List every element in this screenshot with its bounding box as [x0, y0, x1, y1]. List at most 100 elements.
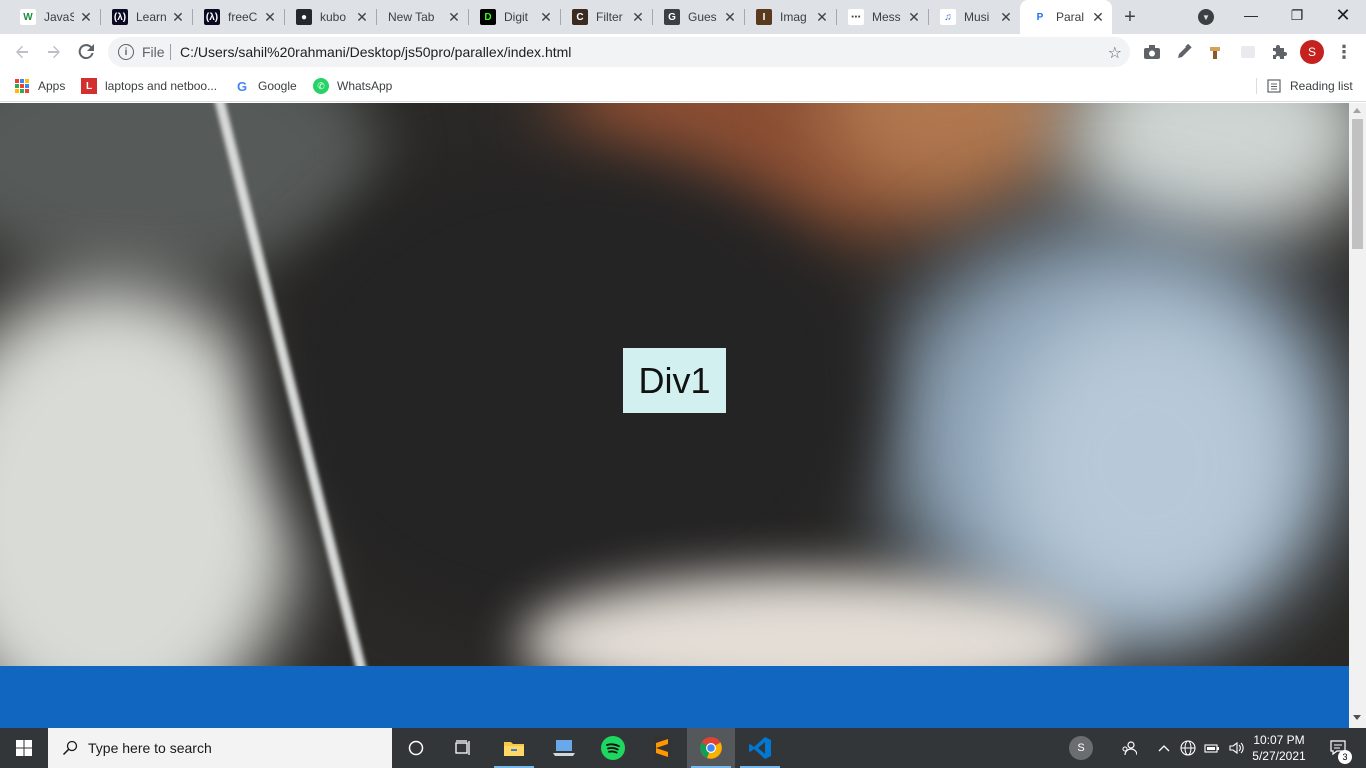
cortana-button[interactable] [392, 728, 440, 768]
restore-button[interactable]: ❐ [1274, 0, 1320, 30]
address-bar[interactable]: i File C:/Users/sahil%20rahmani/Desktop/… [108, 37, 1130, 67]
people-icon[interactable] [1116, 728, 1142, 768]
parallax-background-image: Div1 [0, 103, 1349, 666]
scroll-up-icon[interactable] [1353, 108, 1361, 113]
windows-taskbar: Type here to search S 10:07 PM 5/27/2021… [0, 728, 1366, 768]
close-tab-icon[interactable]: ✕ [538, 9, 554, 25]
scheme-label: File [142, 44, 165, 60]
page-viewport: Div1 [0, 103, 1349, 728]
clock-time: 10:07 PM [1253, 733, 1305, 747]
extensions-puzzle-icon[interactable] [1268, 40, 1292, 64]
close-tab-icon[interactable]: ✕ [722, 9, 738, 25]
spotify-icon [601, 736, 625, 760]
taskbar-clock[interactable]: 10:07 PM 5/27/2021 [1248, 732, 1310, 764]
bookmark-label: laptops and netboo... [105, 79, 218, 93]
extension-placeholder-icon[interactable] [1236, 40, 1260, 64]
camera-icon[interactable] [1140, 40, 1164, 64]
close-tab-icon[interactable]: ✕ [906, 9, 922, 25]
div1-box: Div1 [623, 348, 726, 413]
close-tab-icon[interactable]: ✕ [1090, 9, 1106, 25]
tab-p[interactable]: P Paral ✕ [1020, 0, 1112, 34]
sublime-icon [653, 737, 671, 759]
network-globe-icon[interactable] [1178, 728, 1198, 768]
tab-title: kubo [320, 10, 347, 24]
url-text[interactable]: C:/Users/sahil%20rahmani/Desktop/js50pro… [180, 44, 571, 60]
tab-w[interactable]: W JavaS ✕ [8, 0, 100, 34]
menu-kebab-icon[interactable]: ⋮ [1332, 40, 1356, 64]
site-info-icon[interactable]: i [118, 44, 134, 60]
search-placeholder: Type here to search [88, 740, 212, 756]
back-arrow-icon[interactable] [10, 40, 34, 64]
tab-blank[interactable]: New Tab ✕ [376, 0, 468, 34]
browser-toolbar: i File C:/Users/sahil%20rahmani/Desktop/… [0, 34, 1366, 70]
bookmark-star-icon[interactable]: ☆ [1108, 43, 1122, 63]
close-tab-icon[interactable]: ✕ [630, 9, 646, 25]
vscode-icon [749, 737, 771, 759]
start-button[interactable] [0, 728, 48, 768]
tab-i[interactable]: I Imag ✕ [744, 0, 836, 34]
w-icon: W [20, 9, 36, 25]
taskbar-search-box[interactable]: Type here to search [48, 728, 392, 768]
bookmarks-bar: Apps L laptops and netboo... G Google ✆ … [0, 70, 1366, 102]
tab-message[interactable]: ⋯ Mess ✕ [836, 0, 928, 34]
eyedropper-icon[interactable] [1172, 40, 1196, 64]
tab-g[interactable]: G Gues ✕ [652, 0, 744, 34]
hammer-extension-icon[interactable] [1204, 40, 1228, 64]
tab-music[interactable]: ♫ Musi ✕ [928, 0, 1020, 34]
tab-digital[interactable]: D Digit ✕ [468, 0, 560, 34]
volume-icon[interactable] [1226, 728, 1246, 768]
laptop-app-button[interactable] [540, 728, 588, 768]
minimize-button[interactable]: — [1228, 0, 1274, 30]
bookmark-label: Apps [38, 79, 66, 93]
spotify-button[interactable] [589, 728, 637, 768]
reading-list-button[interactable]: Reading list [1267, 76, 1353, 96]
show-hidden-icons-chevron-icon[interactable] [1154, 728, 1174, 768]
close-tab-icon[interactable]: ✕ [814, 9, 830, 25]
file-explorer-button[interactable] [490, 728, 538, 768]
page-scrollbar[interactable] [1349, 103, 1366, 728]
tab-search-icon[interactable]: ▼ [1198, 9, 1214, 25]
task-view-button[interactable] [440, 728, 488, 768]
tab-c[interactable]: C Filter ✕ [560, 0, 652, 34]
close-tab-icon[interactable]: ✕ [78, 9, 94, 25]
bookmark-laptops[interactable]: L laptops and netboo... [81, 76, 217, 96]
close-tab-icon[interactable]: ✕ [354, 9, 370, 25]
forward-arrow-icon[interactable] [42, 40, 66, 64]
close-tab-icon[interactable]: ✕ [262, 9, 278, 25]
bookmark-google[interactable]: G Google [234, 76, 297, 96]
windows-logo-icon [16, 740, 32, 756]
folder-icon [504, 742, 524, 756]
sublime-text-button[interactable] [638, 728, 686, 768]
action-center-button[interactable]: 3 [1318, 728, 1358, 768]
digital-icon: D [480, 9, 496, 25]
scroll-down-icon[interactable] [1353, 715, 1361, 720]
laptop-icon [553, 740, 575, 756]
close-tab-icon[interactable]: ✕ [170, 9, 186, 25]
tab-code[interactable]: (λ) Learn ✕ [100, 0, 192, 34]
notification-count-badge: 3 [1338, 750, 1352, 764]
bookmark-whatsapp[interactable]: ✆ WhatsApp [313, 76, 392, 96]
bookmark-apps[interactable]: Apps [14, 76, 65, 96]
close-tab-icon[interactable]: ✕ [446, 9, 462, 25]
tab-title: freeC [228, 10, 258, 24]
tab-code[interactable]: (λ) freeC ✕ [192, 0, 284, 34]
close-window-button[interactable]: ✕ [1320, 0, 1366, 30]
p-icon: P [1032, 9, 1048, 25]
tab-title: Filter [596, 10, 623, 24]
reload-icon[interactable] [74, 40, 98, 64]
scroll-thumb[interactable] [1352, 119, 1363, 249]
tab-list: W JavaS ✕ (λ) Learn ✕ (λ) freeC ✕ ● kubo ✕ New Tab ✕ D… [8, 0, 1112, 34]
profile-avatar[interactable]: S [1300, 40, 1324, 64]
tray-user-avatar[interactable]: S [1067, 728, 1095, 768]
tab-github[interactable]: ● kubo ✕ [284, 0, 376, 34]
close-tab-icon[interactable]: ✕ [998, 9, 1014, 25]
tab-title: JavaS [44, 10, 74, 24]
tab-title: Mess [872, 10, 901, 24]
bookmark-label: WhatsApp [337, 79, 393, 93]
battery-icon[interactable] [1202, 728, 1222, 768]
new-tab-button[interactable]: + [1118, 5, 1142, 29]
c-icon: C [572, 9, 588, 25]
chrome-taskbar-button[interactable] [687, 728, 735, 768]
vscode-button[interactable] [736, 728, 784, 768]
l-icon: L [81, 78, 97, 94]
